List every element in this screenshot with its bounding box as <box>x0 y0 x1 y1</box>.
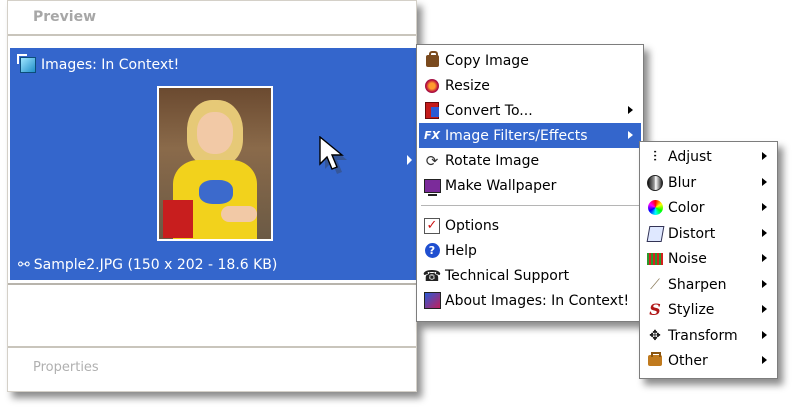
other-icon <box>646 352 664 370</box>
file-info-text: Sample2.JPG (150 x 202 - 18.6 KB) <box>33 257 278 273</box>
selection-title-text: Images: In Context! <box>41 57 180 73</box>
submenu-item-blur[interactable]: Blur <box>642 170 775 195</box>
submenu-item-noise[interactable]: Noise <box>642 246 775 271</box>
menu-item-help[interactable]: ? Help <box>419 238 641 263</box>
submenu-item-sharpen[interactable]: ⟋ Sharpen <box>642 272 775 297</box>
sharpen-icon: ⟋ <box>650 276 660 293</box>
menu-item-resize[interactable]: Resize <box>419 73 641 98</box>
wallpaper-icon <box>423 177 441 196</box>
content-divider <box>8 283 416 285</box>
submenu-arrow-icon <box>762 178 767 186</box>
menu-item-image-filters-effects[interactable]: FX Image Filters/Effects <box>419 123 641 148</box>
submenu-item-distort[interactable]: Distort <box>642 221 775 246</box>
submenu-arrow-icon <box>762 356 767 364</box>
menu-item-options[interactable]: ✓ Options <box>419 213 641 238</box>
menu-item-make-wallpaper[interactable]: Make Wallpaper <box>419 173 641 198</box>
preview-panel: Preview Images: In Context! ⚯ Sample2.JP… <box>7 0 417 392</box>
context-menu: Copy Image Resize Convert To... FX Image… <box>416 44 644 322</box>
submenu-arrow-icon <box>762 229 767 237</box>
filters-submenu: ⫶ Adjust Blur Color Distort Noise ⟋ Shar… <box>639 141 778 379</box>
properties-label[interactable]: Properties <box>33 360 99 375</box>
submenu-arrow-icon <box>762 280 767 288</box>
image-thumbnail[interactable] <box>157 86 273 241</box>
about-icon <box>423 292 441 310</box>
submenu-item-other[interactable]: Other <box>642 348 775 373</box>
expand-arrow-icon[interactable] <box>407 155 412 165</box>
rotate-icon: ⟳ <box>425 151 439 170</box>
fx-icon: FX <box>424 129 440 142</box>
color-icon <box>646 199 664 217</box>
submenu-arrow-icon <box>628 106 633 114</box>
menu-item-rotate-image[interactable]: ⟳ Rotate Image <box>419 148 641 173</box>
convert-icon <box>423 102 441 120</box>
noise-icon <box>646 250 664 268</box>
submenu-arrow-icon <box>762 203 767 211</box>
thumbnail-photo <box>159 88 271 239</box>
submenu-item-adjust[interactable]: ⫶ Adjust <box>642 144 775 169</box>
help-icon: ? <box>423 242 441 260</box>
submenu-arrow-icon <box>762 305 767 313</box>
submenu-arrow-icon <box>762 331 767 339</box>
menu-item-convert-to[interactable]: Convert To... <box>419 98 641 123</box>
submenu-arrow-icon <box>762 152 767 160</box>
selection-title: Images: In Context! <box>17 54 180 73</box>
menu-separator <box>421 205 639 206</box>
stylize-icon: S <box>649 300 661 319</box>
distort-icon <box>646 225 664 243</box>
menu-item-copy-image[interactable]: Copy Image <box>419 48 641 73</box>
header-divider <box>8 34 416 36</box>
submenu-item-stylize[interactable]: S Stylize <box>642 297 775 322</box>
link-icon: ⚯ <box>18 257 30 273</box>
submenu-arrow-icon <box>762 254 767 262</box>
resize-icon <box>423 77 441 95</box>
footer-divider <box>8 346 416 348</box>
options-icon: ✓ <box>423 217 441 235</box>
file-info: ⚯ Sample2.JPG (150 x 202 - 18.6 KB) <box>18 257 277 273</box>
app-icon <box>17 54 36 73</box>
blur-icon <box>646 174 664 192</box>
support-icon: ☎ <box>422 266 442 285</box>
menu-item-about[interactable]: About Images: In Context! <box>419 288 641 313</box>
selected-image-item[interactable]: Images: In Context! ⚯ Sample2.JPG (150 x… <box>10 48 416 280</box>
copy-icon <box>423 50 441 70</box>
mouse-cursor-icon <box>319 136 347 174</box>
transform-icon: ✥ <box>649 327 661 344</box>
adjust-icon: ⫶ <box>653 148 657 165</box>
menu-item-technical-support[interactable]: ☎ Technical Support <box>419 263 641 288</box>
preview-header: Preview <box>33 9 97 25</box>
submenu-item-color[interactable]: Color <box>642 195 775 220</box>
submenu-item-transform[interactable]: ✥ Transform <box>642 323 775 348</box>
submenu-arrow-icon <box>628 131 633 139</box>
